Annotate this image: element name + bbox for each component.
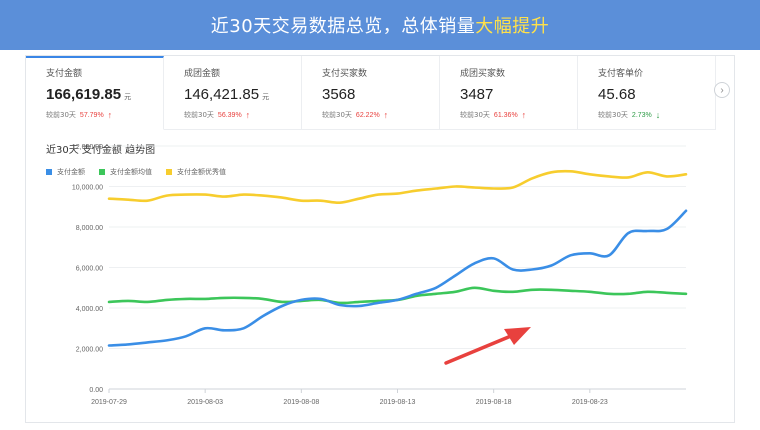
y-tick-label: 0.00 — [89, 387, 103, 394]
y-tick-label: 8,000.00 — [76, 225, 103, 232]
kpi-value: 3487 — [460, 86, 494, 103]
banner-title-text: 近30天交易数据总览，总体销量 — [210, 16, 476, 37]
header-banner: 近30天交易数据总览，总体销量大幅提升 — [0, 0, 760, 50]
x-tick-label: 2019-08-23 — [572, 399, 608, 406]
kpi-unit: 元 — [124, 93, 132, 101]
y-tick-label: 4,000.00 — [76, 306, 103, 313]
kpi-value: 45.68 — [598, 86, 636, 103]
series-line-0 — [107, 209, 688, 347]
x-tick-label: 2019-08-18 — [476, 399, 512, 406]
x-tick-label: 2019-07-29 — [91, 399, 127, 406]
y-tick-label: 2,000.00 — [76, 347, 103, 354]
annotation-arrow-shaft — [444, 334, 513, 365]
chevron-right-icon: › — [720, 84, 724, 96]
banner-title-highlight: 大幅提升 — [475, 16, 550, 37]
x-tick-label: 2019-08-08 — [283, 399, 319, 406]
kpi-value: 146,421.85 — [184, 86, 260, 103]
kpi-label: 支付客单价 — [598, 69, 644, 79]
y-tick-label: 6,000.00 — [76, 266, 103, 273]
kpi-label: 成团金额 — [184, 69, 221, 79]
next-kpi-button[interactable]: › — [714, 82, 730, 98]
dashboard-panel: 支付金额 166,619.85 元较前30天 57.79% ↑ 成团金额 146,421.8… — [25, 55, 735, 423]
x-tick-label: 2019-08-13 — [380, 399, 416, 406]
kpi-label: 成团买家数 — [460, 69, 506, 79]
y-tick-label: 10,000.00 — [72, 185, 103, 192]
kpi-label: 支付买家数 — [322, 69, 368, 79]
y-tick-label: 12,000.00 — [72, 144, 103, 151]
kpi-value: 166,619.85 — [46, 86, 122, 103]
banner-title: 近30天交易数据总览，总体销量大幅提升 — [211, 12, 549, 38]
kpi-unit: 元 — [262, 93, 270, 101]
x-tick-label: 2019-08-03 — [187, 399, 223, 406]
trend-chart: 0.00 2,000.00 4,000.00 6,000.00 8,000.00 10,0… — [72, 144, 688, 406]
kpi-value: 3568 — [322, 86, 356, 103]
kpi-label: 支付金额 — [46, 69, 83, 79]
